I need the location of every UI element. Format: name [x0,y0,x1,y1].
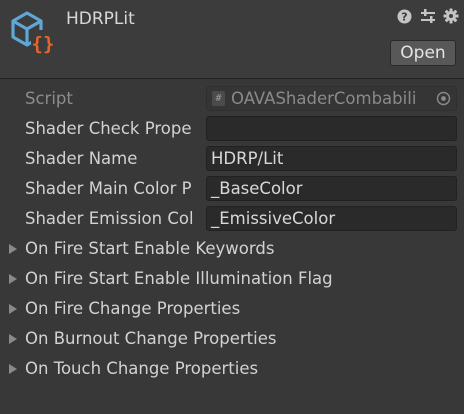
script-value: OAVAShaderCombabili [231,89,417,108]
script-label: Script [25,89,73,108]
shader-emission-color-label: Shader Emission Col [25,209,194,228]
settings-gear-icon[interactable] [443,8,459,24]
object-picker-icon[interactable] [436,91,451,106]
foldout-label: On Touch Change Properties [25,359,259,378]
open-button[interactable]: Open [390,40,456,66]
foldout-arrow-icon [9,334,17,344]
shader-check-property-field[interactable] [206,116,457,141]
svg-text:?: ? [401,10,407,23]
foldout-label: On Fire Start Enable Illumination Flag [25,269,333,288]
shader-name-label: Shader Name [25,149,138,168]
foldout-on-fire-start-enable-illumination-flag[interactable]: On Fire Start Enable Illumination Flag [0,265,464,293]
shader-check-property-label: Shader Check Prope [25,119,192,138]
foldout-on-burnout-change-properties[interactable]: On Burnout Change Properties [0,325,464,353]
foldout-arrow-icon [9,274,17,284]
component-title: HDRPLit [66,9,135,29]
shader-emission-color-row: Shader Emission Col _EmissiveColor [0,205,464,233]
shader-main-color-label: Shader Main Color P [25,179,192,198]
foldout-label: On Burnout Change Properties [25,329,277,348]
help-icon[interactable]: ? [396,8,412,24]
foldout-arrow-icon [9,364,17,374]
svg-text:{}: {} [32,33,55,55]
shader-name-row: Shader Name HDRP/Lit [0,145,464,173]
shader-emission-color-field[interactable]: _EmissiveColor [206,206,457,231]
script-field: # OAVAShaderCombabili [206,86,457,111]
preset-sliders-icon[interactable] [420,8,436,24]
inspector-header: {} HDRPLit ? Open [0,0,464,79]
foldout-on-fire-change-properties[interactable]: On Fire Change Properties [0,295,464,323]
shader-main-color-row: Shader Main Color P _BaseColor [0,175,464,203]
foldout-arrow-icon [9,304,17,314]
shader-main-color-field[interactable]: _BaseColor [206,176,457,201]
shader-name-field[interactable]: HDRP/Lit [206,146,457,171]
foldout-label: On Fire Start Enable Keywords [25,239,275,258]
cs-script-icon: # [212,91,225,106]
foldout-label: On Fire Change Properties [25,299,241,318]
shader-script-icon: {} [11,11,55,55]
foldout-arrow-icon [9,244,17,254]
shader-check-property-row: Shader Check Prope [0,115,464,143]
script-row: Script # OAVAShaderCombabili [0,85,464,113]
foldout-on-fire-start-enable-keywords[interactable]: On Fire Start Enable Keywords [0,235,464,263]
foldout-on-touch-change-properties[interactable]: On Touch Change Properties [0,355,464,383]
